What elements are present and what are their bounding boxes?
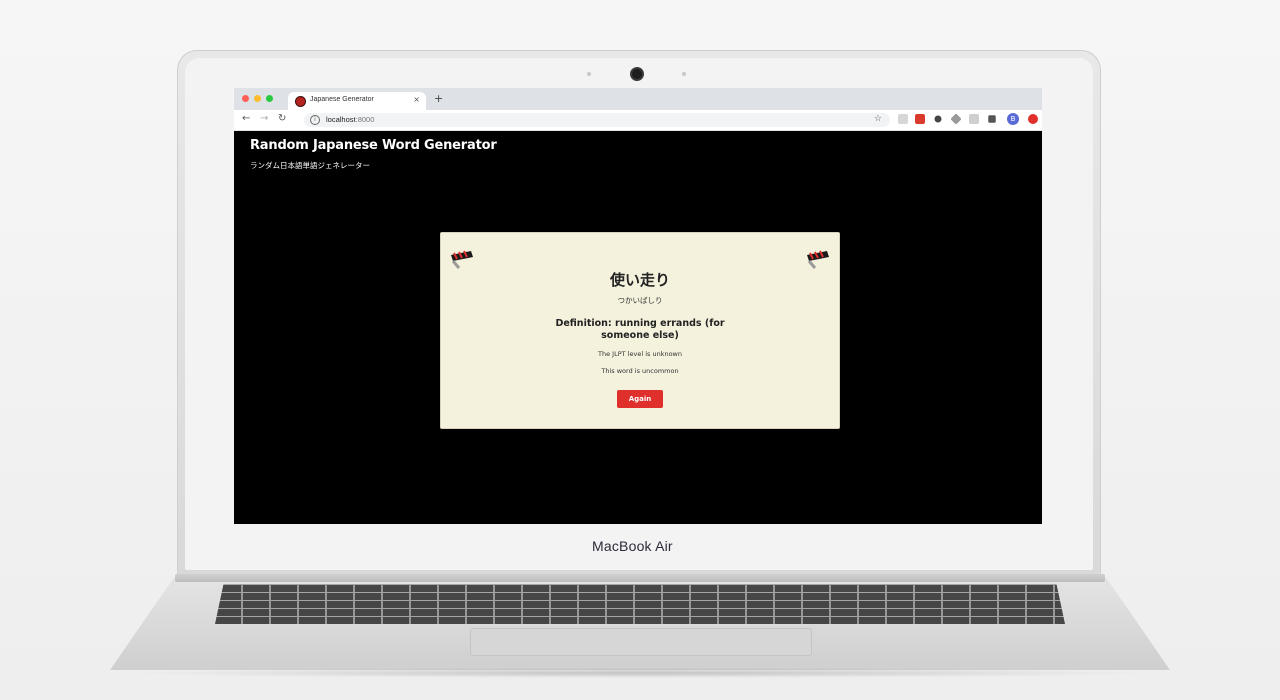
page-title: Random Japanese Word Generator <box>250 138 497 153</box>
forward-arrow-icon[interactable]: → <box>260 113 268 124</box>
again-button[interactable]: Again <box>617 390 663 408</box>
url-host: localhost <box>326 115 356 124</box>
fan-decoration-icon <box>451 250 473 269</box>
keyboard <box>215 584 1065 624</box>
site-info-icon[interactable]: i <box>310 115 320 125</box>
webcam-icon <box>632 69 642 79</box>
word-card: 使い走り つかいばしり Definition: running errands … <box>440 232 840 429</box>
extension-icon[interactable] <box>1028 114 1038 124</box>
puzzle-icon[interactable] <box>988 115 996 123</box>
close-tab-icon[interactable]: × <box>413 95 420 104</box>
maximize-window-button[interactable] <box>266 95 273 102</box>
japanese-word: 使い走り <box>609 271 670 289</box>
laptop-screen: Japanese Generator × + ← → ↻ i localhost… <box>234 88 1042 524</box>
back-arrow-icon[interactable]: ← <box>242 113 250 124</box>
trackpad <box>470 628 812 656</box>
extension-icon[interactable] <box>969 114 979 124</box>
minimize-window-button[interactable] <box>254 95 261 102</box>
scene: Japanese Generator × + ← → ↻ i localhost… <box>0 0 1280 700</box>
reload-icon[interactable]: ↻ <box>278 113 286 124</box>
device-brand-label: MacBook Air <box>592 538 673 554</box>
url-text: localhost:8000 <box>326 115 374 124</box>
word-definition: Definition: running errands (for someone… <box>555 318 725 341</box>
word-reading: つかいばしり <box>617 296 663 305</box>
page-body: Random Japanese Word Generator ランダム日本語単語… <box>234 131 1042 524</box>
tab-title: Japanese Generator <box>310 96 374 103</box>
browser-tab[interactable]: Japanese Generator × <box>288 92 426 110</box>
favicon-icon <box>296 97 305 106</box>
sensor-dot <box>682 72 686 76</box>
address-bar[interactable]: i localhost:8000 ☆ <box>304 113 890 127</box>
profile-avatar[interactable]: B <box>1007 113 1019 125</box>
extension-icon[interactable] <box>934 115 942 123</box>
fan-decoration-icon <box>807 250 829 269</box>
new-tab-button[interactable]: + <box>434 92 443 105</box>
laptop-hinge <box>175 574 1105 582</box>
url-port: :8000 <box>355 115 375 124</box>
extension-icon[interactable] <box>898 114 908 124</box>
extension-icon[interactable] <box>915 114 925 124</box>
sensor-dot <box>587 72 591 76</box>
bookmark-star-icon[interactable]: ☆ <box>874 114 882 124</box>
page-subtitle: ランダム日本語単語ジェネレーター <box>250 161 370 170</box>
browser-toolbar: ← → ↻ i localhost:8000 ☆ B <box>234 110 1042 131</box>
close-window-button[interactable] <box>242 95 249 102</box>
jlpt-level: The JLPT level is unknown <box>598 350 682 358</box>
browser-tabbar: Japanese Generator × + <box>234 88 1042 110</box>
extension-icon[interactable] <box>950 113 962 125</box>
word-commonality: This word is uncommon <box>601 367 679 375</box>
base-shadow <box>120 668 1160 678</box>
